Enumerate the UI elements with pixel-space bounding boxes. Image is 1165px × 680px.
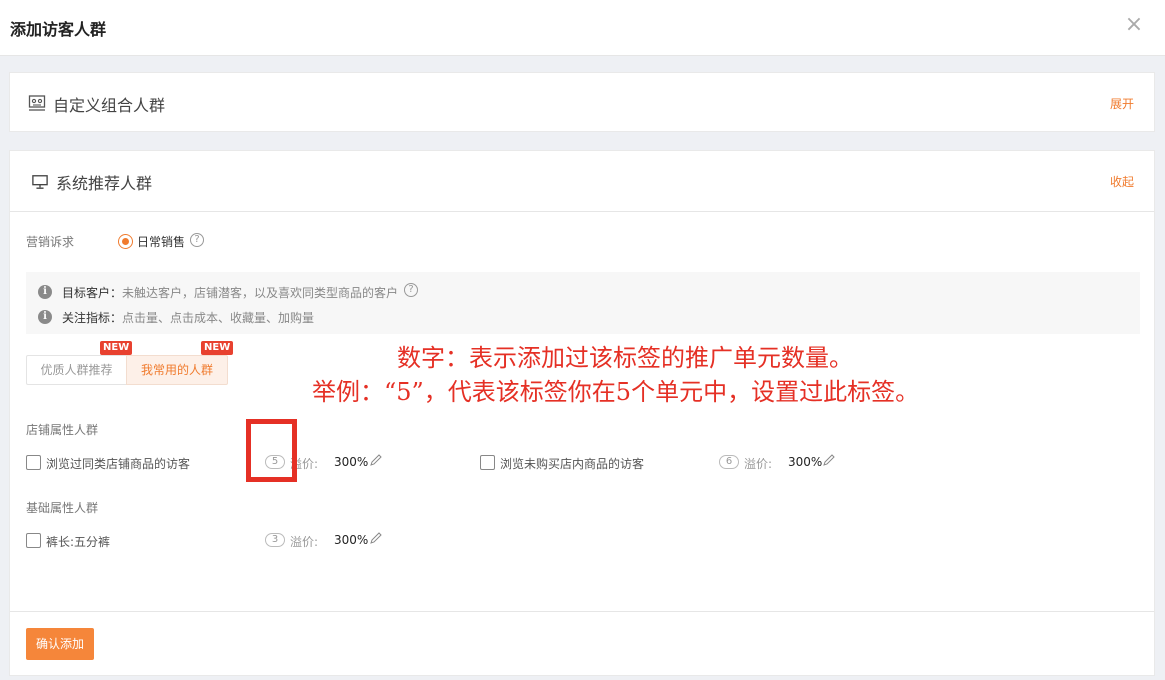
confirm-add-button[interactable]: 确认添加 xyxy=(26,628,94,660)
help-icon[interactable]: ? xyxy=(404,283,418,297)
tab-quality-groups[interactable]: 优质人群推荐 xyxy=(26,355,127,385)
marketing-option-label: 日常销售 xyxy=(137,235,186,249)
group-label: 浏览过同类店铺商品的访客 xyxy=(46,457,191,471)
custom-group-title: 自定义组合人群 xyxy=(53,96,166,115)
premium-label: 溢价: xyxy=(290,535,319,549)
checkbox[interactable] xyxy=(480,455,495,470)
unit-count-badge: 6 xyxy=(719,455,739,469)
unit-count-badge: 3 xyxy=(265,533,285,547)
edit-pencil-icon[interactable] xyxy=(369,453,383,467)
tab-frequent-groups[interactable]: 我常用的人群 xyxy=(126,355,228,385)
annotation-line-1: 数字：表示添加过该标签的推广单元数量。 xyxy=(397,344,853,372)
radio-selected[interactable] xyxy=(118,234,133,249)
focus-metrics-key: 关注指标： xyxy=(62,311,123,325)
annotation-line-2: 举例：“5”，代表该标签你在5个单元中，设置过此标签。 xyxy=(312,378,920,406)
edit-pencil-icon[interactable] xyxy=(369,531,383,545)
collapse-link[interactable]: 收起 xyxy=(1110,173,1134,190)
dialog-header: 添加访客人群 × xyxy=(0,0,1165,56)
premium-value: 300% xyxy=(334,455,369,469)
recommended-group-header: 系统推荐人群 收起 xyxy=(10,151,1154,211)
footer-divider xyxy=(10,611,1154,612)
marketing-label: 营销诉求 xyxy=(26,235,75,249)
group-label: 浏览未购买店内商品的访客 xyxy=(500,457,645,471)
dialog-title: 添加访客人群 xyxy=(10,20,107,39)
recommended-group-title: 系统推荐人群 xyxy=(56,174,153,193)
custom-group-header: 自定义组合人群 展开 xyxy=(10,73,1154,133)
section-title-store: 店铺属性人群 xyxy=(26,423,99,437)
header-divider xyxy=(10,211,1154,212)
target-customer-value: 未触达客户，店铺潜客，以及喜欢同类型商品的客户 xyxy=(122,286,399,300)
recommended-group-card: 系统推荐人群 收起 营销诉求 日常销售 ? i 目标客户： 未触达客户，店铺潜客… xyxy=(9,150,1155,676)
info-icon: i xyxy=(38,310,52,324)
custom-group-icon xyxy=(28,95,46,111)
custom-group-card: 自定义组合人群 展开 xyxy=(9,72,1155,132)
help-icon[interactable]: ? xyxy=(190,233,204,247)
group-label: 裤长:五分裤 xyxy=(46,535,111,549)
group-tabs: 优质人群推荐 我常用的人群 NEW NEW xyxy=(26,341,234,385)
focus-metrics-value: 点击量、点击成本、收藏量、加购量 xyxy=(122,311,315,325)
premium-value: 300% xyxy=(334,533,369,547)
expand-link[interactable]: 展开 xyxy=(1110,95,1134,112)
monitor-icon xyxy=(32,175,48,189)
premium-label: 溢价: xyxy=(744,457,773,471)
checkbox[interactable] xyxy=(26,455,41,470)
highlight-box xyxy=(246,419,297,482)
target-customer-key: 目标客户： xyxy=(62,286,123,300)
info-icon: i xyxy=(38,285,52,299)
edit-pencil-icon[interactable] xyxy=(822,453,836,467)
section-title-basic: 基础属性人群 xyxy=(26,501,99,515)
info-box: i 目标客户： 未触达客户，店铺潜客，以及喜欢同类型商品的客户 ? i 关注指标… xyxy=(26,272,1140,334)
checkbox[interactable] xyxy=(26,533,41,548)
premium-value: 300% xyxy=(788,455,823,469)
new-badge: NEW xyxy=(100,341,133,355)
close-icon[interactable]: × xyxy=(1123,14,1145,36)
new-badge: NEW xyxy=(201,341,234,355)
